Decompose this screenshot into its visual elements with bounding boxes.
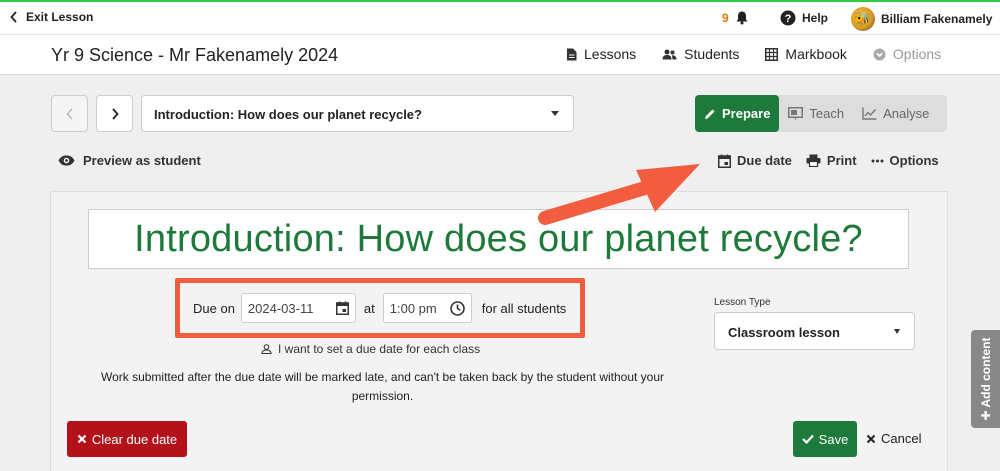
lesson-toolbar: Preview as student Due date Print Option…	[0, 151, 1000, 175]
lesson-select-value: Introduction: How does our planet recycl…	[154, 107, 422, 122]
lesson-type-select[interactable]: Classroom lesson	[714, 312, 915, 350]
nav-options-label: Options	[892, 46, 942, 62]
close-icon	[77, 434, 87, 444]
add-content-tab[interactable]: ✚ Add content	[971, 330, 1000, 428]
save-label: Save	[818, 431, 849, 447]
nav-markbook-label: Markbook	[785, 46, 847, 62]
per-class-label: I want to set a due date for each class	[278, 342, 481, 356]
calendar-icon[interactable]	[335, 301, 349, 315]
clear-due-date-label: Clear due date	[91, 431, 178, 447]
users-icon	[662, 49, 677, 60]
caret-down-icon	[894, 329, 900, 334]
mode-switcher: Prepare Teach Analyse	[695, 95, 947, 132]
presentation-icon	[788, 107, 804, 120]
at-label: at	[363, 300, 375, 316]
previous-lesson-button[interactable]	[51, 95, 88, 132]
ellipsis-icon	[871, 159, 884, 163]
close-icon	[866, 434, 876, 444]
options-label: Options	[889, 153, 939, 168]
lesson-heading-box: Introduction: How does our planet recycl…	[88, 209, 909, 269]
help-button[interactable]: ? Help	[780, 10, 828, 26]
due-date-row: Due on 2024-03-11 at 1:00 pm for all stu…	[193, 293, 566, 323]
eye-icon	[58, 155, 75, 166]
exit-lesson-link[interactable]: Exit Lesson	[10, 10, 93, 24]
cancel-button[interactable]: Cancel	[866, 431, 921, 446]
chevron-left-icon	[65, 107, 74, 120]
exit-lesson-label: Exit Lesson	[26, 10, 94, 24]
document-icon	[566, 48, 577, 61]
lesson-heading: Introduction: How does our planet recycl…	[134, 217, 863, 260]
preview-as-student-button[interactable]: Preview as student	[58, 153, 201, 168]
preview-label: Preview as student	[83, 153, 201, 168]
mode-prepare-button[interactable]: Prepare	[695, 95, 780, 132]
main-area: Introduction: How does our planet recycl…	[0, 75, 1000, 471]
avatar: 🐝	[851, 7, 875, 31]
class-title: Yr 9 Science - Mr Fakenamely 2024	[51, 45, 339, 65]
user-name: Billiam Fakenamely	[881, 12, 993, 26]
pencil-icon	[704, 108, 716, 120]
notifications-button[interactable]: 9	[722, 10, 749, 25]
chevron-left-icon	[10, 11, 18, 23]
per-class-due-date-link[interactable]: I want to set a due date for each class	[261, 342, 480, 356]
lesson-type-label: Lesson Type	[714, 297, 771, 308]
calendar-icon	[718, 154, 731, 168]
notification-count: 9	[722, 10, 729, 25]
help-label: Help	[802, 11, 829, 25]
mode-analyse-label: Analyse	[883, 106, 930, 121]
clear-due-date-button[interactable]: Clear due date	[67, 421, 187, 457]
class-nav: Lessons Students Markbook Options	[566, 46, 941, 62]
add-content-label: ✚ Add content	[979, 338, 993, 421]
users-icon	[261, 344, 272, 354]
due-date-value: 2024-03-11	[247, 300, 314, 316]
mode-teach-button[interactable]: Teach	[779, 95, 853, 132]
due-time-value: 1:00 pm	[389, 300, 437, 316]
mode-analyse-button[interactable]: Analyse	[853, 95, 938, 132]
nav-students-label: Students	[684, 46, 740, 62]
cancel-label: Cancel	[881, 431, 922, 446]
save-button[interactable]: Save	[793, 421, 857, 457]
due-date-field[interactable]: 2024-03-11	[240, 293, 356, 323]
question-circle-icon: ?	[780, 10, 796, 26]
late-submission-warning: Work submitted after the due date will b…	[100, 370, 665, 403]
due-date-button[interactable]: Due date	[718, 153, 792, 168]
user-menu[interactable]: 🐝 Billiam Fakenamely	[851, 7, 992, 31]
due-date-label: Due date	[737, 153, 792, 168]
check-icon	[801, 434, 814, 444]
options-menu-button[interactable]: Options	[871, 153, 939, 168]
caret-down-icon	[551, 111, 559, 116]
nav-options[interactable]: Options	[873, 46, 941, 62]
grid-table-icon	[765, 47, 779, 61]
print-label: Print	[826, 153, 857, 168]
mode-prepare-label: Prepare	[722, 106, 771, 121]
due-time-field[interactable]: 1:00 pm	[382, 293, 472, 323]
bee-icon: 🐝	[854, 11, 872, 26]
printer-icon	[806, 154, 821, 167]
nav-lessons-label: Lessons	[584, 46, 637, 62]
next-lesson-button[interactable]	[96, 95, 133, 132]
class-bar: Yr 9 Science - Mr Fakenamely 2024 Lesson…	[0, 35, 1000, 75]
for-all-students-label: for all students	[481, 300, 567, 316]
line-chart-icon	[862, 107, 877, 120]
nav-students[interactable]: Students	[662, 46, 739, 62]
bell-icon	[735, 10, 749, 25]
add-content-text: Add content	[978, 337, 993, 408]
lesson-select[interactable]: Introduction: How does our planet recycl…	[141, 95, 574, 132]
plus-icon: ✚	[978, 407, 993, 421]
lesson-type-value: Classroom lesson	[728, 325, 840, 340]
mode-teach-label: Teach	[809, 106, 845, 121]
nav-lessons[interactable]: Lessons	[566, 46, 636, 62]
nav-markbook[interactable]: Markbook	[765, 46, 847, 62]
chevron-right-icon	[111, 107, 119, 120]
top-bar: Exit Lesson 9 ? Help 🐝 Billiam Fakenamel…	[0, 0, 1000, 35]
clock-icon[interactable]	[449, 300, 465, 316]
svg-text:?: ?	[785, 13, 792, 25]
chevron-circle-down-icon	[873, 48, 886, 61]
due-on-label: Due on	[193, 300, 235, 316]
lesson-actions: Due date Print Options	[718, 153, 939, 168]
print-button[interactable]: Print	[806, 153, 857, 168]
